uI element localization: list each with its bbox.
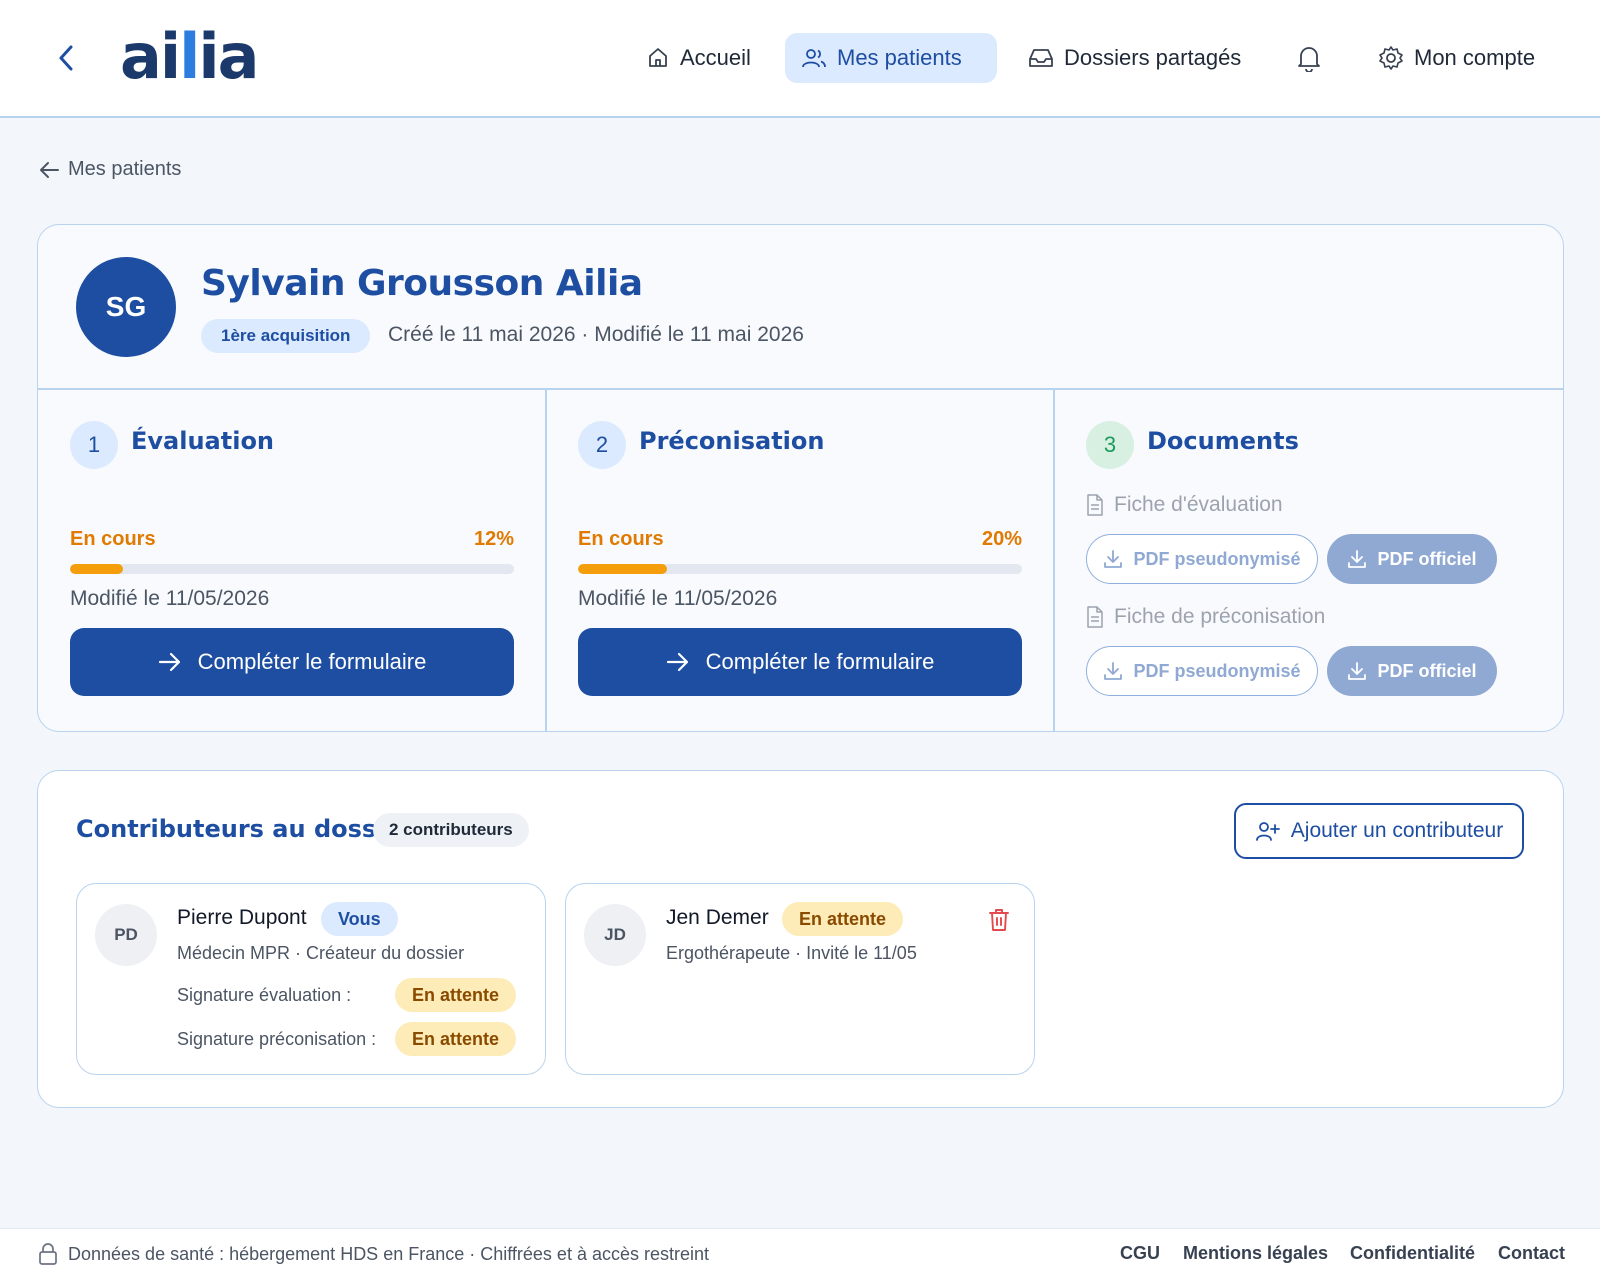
arrow-right-icon [666, 652, 688, 672]
contributor-role: Médecin MPR · Créateur du dossier [177, 943, 465, 963]
doc-preconisation-label: Fiche de préconisation [1086, 605, 1325, 629]
step-preconisation: 2 Préconisation En cours 20% Modifié le … [546, 389, 1053, 731]
complete-form-label: Compléter le formulaire [705, 649, 935, 674]
step-modified: Modifié le 11/05/2026 [578, 587, 778, 610]
avatar: JD [584, 904, 646, 966]
status-badge: En attente [782, 902, 904, 936]
nav-account[interactable]: Mon compte [1362, 33, 1551, 83]
home-icon [649, 48, 667, 67]
document-icon [1087, 494, 1103, 516]
step-status: En cours [70, 528, 156, 550]
step-percent: 12% [473, 528, 514, 550]
patient-name: Sylvain Grousson Ailia [201, 263, 643, 304]
gear-icon [1379, 46, 1403, 70]
patient-dates: Créé le 11 mai 2026 · Modifié le 11 mai … [388, 323, 804, 346]
trash-icon[interactable] [988, 908, 1010, 937]
footer: Données de santé : hébergement HDS en Fr… [0, 1228, 1600, 1277]
step-evaluation: 1 Évaluation En cours 12% Modifié le 11/… [38, 389, 545, 731]
breadcrumb-label: Mes patients [68, 158, 182, 180]
step-title: Préconisation [639, 427, 825, 455]
you-badge: Vous [321, 902, 398, 936]
step-number: 3 [1086, 421, 1134, 469]
download-icon [1104, 662, 1123, 680]
nav-home-label: Accueil [680, 45, 751, 70]
contributors-count-badge: 2 contributeurs [373, 813, 529, 847]
back-chevron-icon[interactable] [52, 42, 80, 74]
status-badge: En attente [395, 978, 517, 1012]
contributor-card: JD Jen Demer En attente Ergothérapeute ·… [565, 883, 1035, 1075]
users-icon [802, 49, 826, 68]
footer-notice: Données de santé : hébergement HDS en Fr… [38, 1243, 709, 1265]
step-title: Évaluation [131, 427, 275, 455]
document-icon [1087, 606, 1103, 628]
pdf-official-button[interactable]: PDF officiel [1327, 646, 1497, 696]
nav-patients[interactable]: Mes patients [785, 33, 997, 83]
contributor-card: PD Pierre Dupont Vous Médecin MPR · Créa… [76, 883, 546, 1075]
step-number: 1 [70, 421, 118, 469]
contributors-card: Contributeurs au dossier 2 contributeurs… [37, 770, 1564, 1108]
download-icon [1104, 550, 1123, 568]
complete-form-button[interactable]: Compléter le formulaire [70, 628, 514, 696]
progress-fill [70, 564, 124, 574]
doc-evaluation-label: Fiche d'évaluation [1086, 493, 1283, 517]
step-number: 2 [578, 421, 626, 469]
contributor-role: Ergothérapeute · Invité le 11/05 [666, 943, 917, 963]
footer-link-contact[interactable]: Contact [1498, 1243, 1565, 1264]
patient-card: SG Sylvain Grousson Ailia 1ère acquisiti… [37, 224, 1564, 732]
step-status: En cours [578, 528, 664, 550]
step-modified: Modifié le 11/05/2026 [70, 587, 270, 610]
pdf-official-button[interactable]: PDF officiel [1327, 534, 1497, 584]
nav-patients-label: Mes patients [837, 45, 962, 70]
acquisition-badge: 1ère acquisition [201, 319, 371, 353]
top-bar: ailia Accueil Mes patients Dossiers part… [0, 0, 1600, 118]
nav-home[interactable]: Accueil [630, 33, 767, 83]
download-icon [1348, 550, 1367, 568]
nav-account-label: Mon compte [1414, 45, 1536, 70]
pdf-pseudonymized-button[interactable]: PDF pseudonymisé [1086, 646, 1318, 696]
signature-preconisation-label: Signature préconisation : [177, 1029, 377, 1049]
footer-link-legal[interactable]: Mentions légales [1183, 1243, 1328, 1264]
progress-track [578, 564, 1022, 574]
contributor-name: Pierre Dupont [177, 906, 307, 929]
complete-form-label: Compléter le formulaire [197, 649, 427, 674]
nav-shared[interactable]: Dossiers partagés [1012, 33, 1257, 83]
user-plus-icon [1255, 822, 1280, 841]
patient-avatar: SG [76, 257, 176, 357]
contributors-title: Contributeurs au dossier [76, 815, 413, 843]
footer-link-privacy[interactable]: Confidentialité [1350, 1243, 1475, 1264]
lock-icon [39, 1243, 57, 1265]
step-title: Documents [1147, 427, 1299, 455]
footer-link-cgu[interactable]: CGU [1120, 1243, 1160, 1264]
complete-form-button[interactable]: Compléter le formulaire [578, 628, 1022, 696]
bell-icon[interactable] [1296, 44, 1322, 77]
add-contributor-label: Ajouter un contributeur [1290, 819, 1504, 842]
download-icon [1348, 662, 1367, 680]
step-percent: 20% [981, 528, 1022, 550]
step-documents: 3 Documents Fiche d'évaluation PDF pseud… [1054, 389, 1563, 731]
nav-shared-label: Dossiers partagés [1064, 45, 1242, 70]
signature-evaluation-label: Signature évaluation : [177, 985, 352, 1005]
progress-fill [578, 564, 667, 574]
breadcrumb-back[interactable]: Mes patients [38, 158, 181, 181]
status-badge: En attente [395, 1022, 517, 1056]
arrow-left-icon [40, 161, 59, 178]
progress-track [70, 564, 514, 574]
add-contributor-button[interactable]: Ajouter un contributeur [1234, 803, 1524, 859]
footer-notice-text: Données de santé : hébergement HDS en Fr… [68, 1243, 710, 1264]
avatar: PD [95, 904, 157, 966]
contributor-name: Jen Demer [666, 906, 769, 929]
ailia-logo[interactable]: ailia [120, 22, 259, 92]
arrow-right-icon [158, 652, 180, 672]
pdf-pseudonymized-button[interactable]: PDF pseudonymisé [1086, 534, 1318, 584]
inbox-icon [1029, 49, 1053, 67]
